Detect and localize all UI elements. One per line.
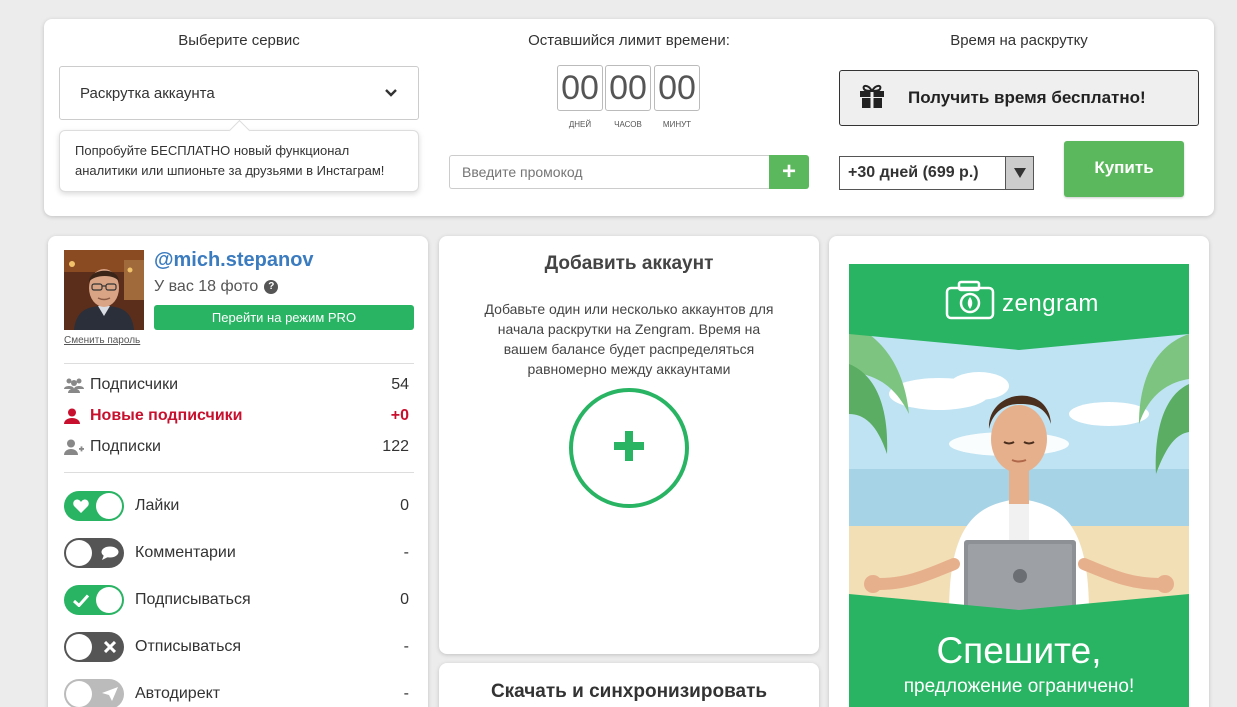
pro-mode-button[interactable]: Перейти на режим PRO [154, 305, 414, 330]
timer-hours: 00 [605, 65, 651, 111]
buy-button[interactable]: Купить [1064, 141, 1184, 197]
account-card: @mich.stepanov У вас 18 фото ? Перейти н… [48, 236, 428, 707]
stat-label: Подписки [90, 438, 161, 455]
promo-code-input[interactable] [449, 155, 769, 189]
period-select[interactable]: +30 дней (699 р.) [839, 156, 1034, 190]
toggle-knob [66, 634, 92, 660]
unfollow-toggle[interactable] [64, 632, 124, 662]
sync-card: Скачать и синхронизировать [439, 663, 819, 707]
banner-subline: предложение ограничено! [903, 676, 1135, 697]
timer-minutes: 00 [654, 65, 700, 111]
username-link[interactable]: @mich.stepanov [154, 249, 314, 272]
action-label: Лайки [135, 497, 180, 514]
send-icon [101, 685, 119, 703]
plus-icon [614, 430, 644, 466]
banner-brand: zengram [1002, 290, 1099, 317]
stat-new-followers: Новые подписчики +0 [64, 406, 409, 426]
sync-title: Скачать и синхронизировать [490, 681, 768, 702]
promo-banner-card: zengram Спешите, предложение ограничено! [829, 236, 1209, 707]
help-icon[interactable]: ? [264, 280, 279, 294]
photo-count: У вас 18 фото ? [154, 278, 279, 296]
add-user-icon [64, 439, 90, 455]
action-count: - [403, 685, 409, 702]
promo-banner[interactable]: zengram Спешите, предложение ограничено! [849, 264, 1189, 707]
new-user-icon [64, 408, 90, 424]
likes-toggle[interactable] [64, 491, 124, 521]
action-label: Отписываться [135, 638, 242, 655]
stat-value: +0 [390, 407, 409, 424]
action-label: Автодирект [135, 685, 221, 702]
stat-following: Подписки 122 [64, 437, 409, 457]
service-select[interactable]: Раскрутка аккаунта [59, 66, 419, 120]
chevron-down-icon [384, 86, 398, 100]
toggle-knob [66, 540, 92, 566]
comments-toggle[interactable] [64, 538, 124, 568]
promo-apply-button[interactable]: + [769, 155, 809, 189]
free-time-button[interactable]: Получить время бесплатно! [839, 70, 1199, 126]
heart-icon [72, 497, 90, 515]
action-count: - [403, 544, 409, 561]
stat-label: Подписчики [90, 376, 179, 393]
add-account-card: Добавить аккаунт Добавьте один или неско… [439, 236, 819, 654]
service-select-value: Раскрутка аккаунта [80, 84, 215, 102]
stat-value: 122 [382, 438, 409, 455]
timer-days: 00 [557, 65, 603, 111]
change-password-link[interactable]: Сменить пароль [64, 335, 140, 346]
divider [64, 363, 414, 364]
top-panel: Выберите сервис Раскрутка аккаунта Попро… [44, 19, 1214, 216]
toggle-knob [96, 587, 122, 613]
follow-toggle[interactable] [64, 585, 124, 615]
action-autodirect: Автодирект - [64, 678, 409, 707]
add-account-description: Добавьте один или несколько аккаунтов дл… [484, 301, 774, 377]
timer-hours-label: ЧАСОВ [614, 120, 642, 129]
banner-headline: Спешите, [936, 630, 1102, 671]
trial-tooltip: Попробуйте БЕСПЛАТНО новый функционал ан… [59, 130, 419, 192]
photo-count-text: У вас 18 фото [154, 278, 259, 295]
timer-days-label: ДНЕЙ [568, 120, 592, 129]
action-count: 0 [400, 591, 409, 608]
stat-followers: Подписчики 54 [64, 375, 409, 395]
action-likes: Лайки 0 [64, 490, 409, 522]
action-count: - [403, 638, 409, 655]
timer-title: Оставшийся лимит времени: [528, 32, 730, 49]
divider [64, 472, 414, 473]
period-select-value: +30 дней (699 р.) [848, 164, 979, 181]
avatar [64, 250, 144, 330]
stat-label: Новые подписчики [90, 407, 243, 424]
service-title: Выберите сервис [178, 32, 300, 49]
users-icon [64, 377, 90, 393]
triangle-down-icon [1005, 157, 1033, 189]
action-count: 0 [400, 497, 409, 514]
action-label: Подписываться [135, 591, 251, 608]
check-icon [72, 591, 90, 609]
toggle-knob [96, 493, 122, 519]
add-account-title: Добавить аккаунт [544, 253, 714, 274]
gift-icon [858, 83, 886, 114]
cross-icon [101, 638, 119, 656]
timer-minutes-label: МИНУТ [662, 120, 692, 129]
comment-icon [101, 544, 119, 562]
action-comments: Комментарии - [64, 537, 409, 569]
toggle-knob [66, 681, 92, 707]
add-account-button[interactable] [569, 388, 689, 508]
action-unfollow: Отписываться - [64, 631, 409, 663]
autodirect-toggle[interactable] [64, 679, 124, 707]
purchase-title: Время на раскрутку [950, 32, 1088, 49]
action-follow: Подписываться 0 [64, 584, 409, 616]
free-time-label: Получить время бесплатно! [908, 88, 1146, 107]
action-label: Комментарии [135, 544, 236, 561]
stat-value: 54 [391, 376, 409, 393]
